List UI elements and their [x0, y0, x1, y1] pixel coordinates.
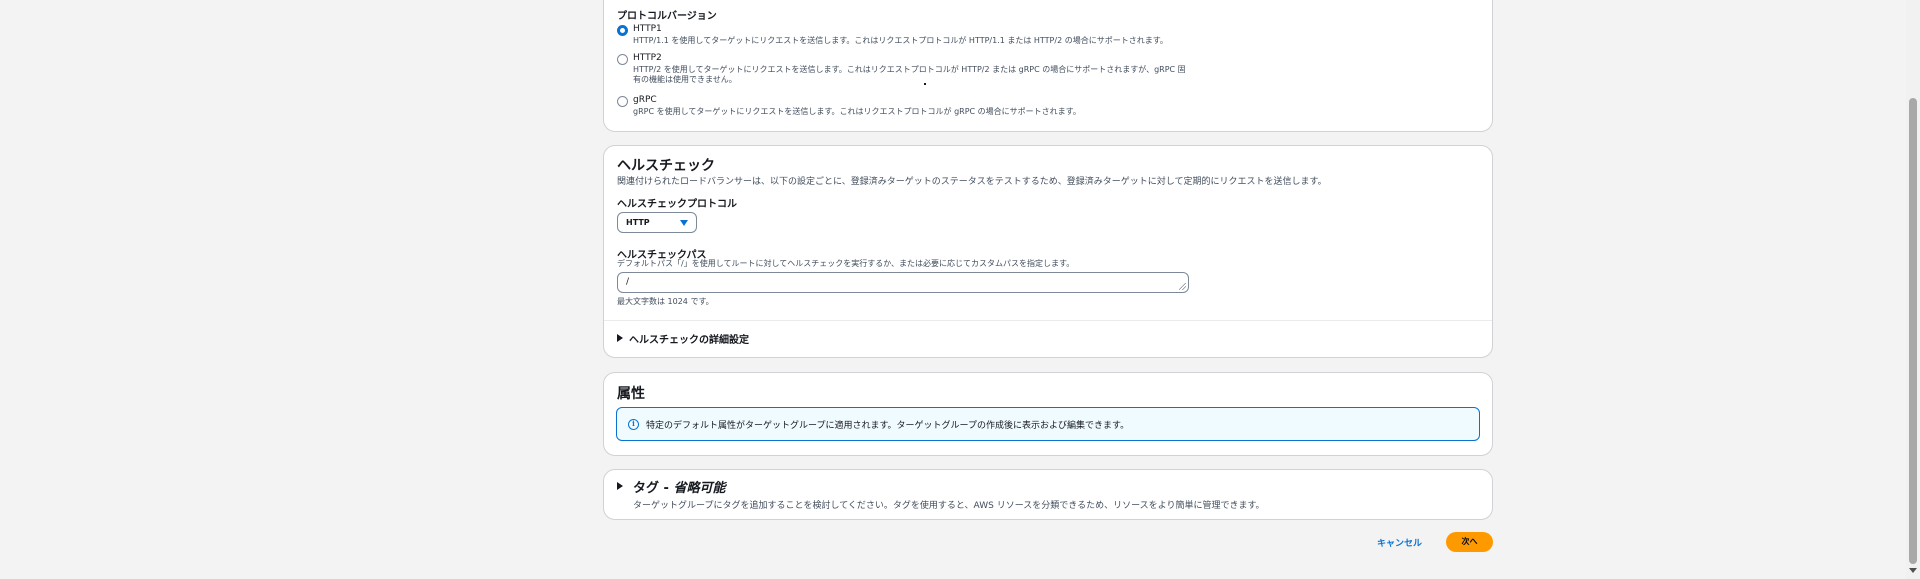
- section-divider: [604, 320, 1492, 321]
- caret-right-icon: [617, 482, 623, 490]
- scroll-down-arrow-icon[interactable]: [1909, 568, 1917, 573]
- tags-card: タグ - 省略可能 ターゲットグループにタグを追加することを検討してください。タ…: [603, 469, 1493, 520]
- health-check-description: 関連付けられたロードバランサーは、以下の設定ごとに、登録済みターゲットのステータ…: [617, 177, 1327, 187]
- health-check-path-input[interactable]: /: [617, 272, 1189, 293]
- scrollbar-thumb[interactable]: [1909, 98, 1917, 564]
- health-check-protocol-value: HTTP: [626, 218, 650, 227]
- radio-grpc[interactable]: [617, 96, 628, 107]
- health-check-protocol-label: ヘルスチェックプロトコル: [617, 199, 737, 210]
- tags-title-text: タグ -: [633, 480, 674, 496]
- radio-http2[interactable]: [617, 54, 628, 65]
- caret-down-icon: [680, 220, 688, 226]
- health-check-card: ヘルスチェック 関連付けられたロードバランサーは、以下の設定ごとに、登録済みター…: [603, 145, 1493, 358]
- stray-dot: [924, 83, 926, 85]
- radio-http2-description-line2: 有の機能は使用できません。: [633, 75, 737, 84]
- health-check-advanced-label: ヘルスチェックの詳細設定: [629, 334, 749, 346]
- attributes-card: 属性 i 特定のデフォルト属性がターゲットグループに適用されます。ターゲットグル…: [603, 372, 1493, 456]
- radio-http2-title: HTTP2: [633, 53, 662, 63]
- info-icon: i: [628, 419, 639, 430]
- health-check-path-description: デフォルトパス「/」を使用してルートに対してヘルスチェックを実行するか、または必…: [617, 259, 1075, 268]
- health-check-title: ヘルスチェック: [617, 158, 715, 174]
- radio-http1[interactable]: [617, 25, 628, 36]
- radio-http1-description: HTTP/1.1 を使用してターゲットにリクエストを送信します。これはリクエスト…: [633, 36, 1168, 45]
- attributes-title: 属性: [617, 386, 645, 402]
- caret-right-icon: [617, 334, 623, 342]
- radio-http1-title: HTTP1: [633, 24, 662, 34]
- radio-grpc-description: gRPC を使用してターゲットにリクエストを送信します。これはリクエストプロトコ…: [633, 107, 1081, 116]
- radio-grpc-title: gRPC: [633, 95, 657, 105]
- health-check-advanced-toggle[interactable]: ヘルスチェックの詳細設定: [617, 330, 749, 346]
- health-check-path-hint: 最大文字数は 1024 です。: [617, 297, 714, 306]
- protocol-version-label: プロトコルバージョン: [617, 11, 717, 22]
- health-check-path-value: /: [626, 277, 630, 287]
- resize-handle-icon[interactable]: [1179, 283, 1186, 290]
- tags-expand-toggle[interactable]: タグ - 省略可能: [617, 477, 725, 496]
- tags-description: ターゲットグループにタグを追加することを検討してください。タグを使用すると、AW…: [633, 501, 1265, 511]
- info-alert: i 特定のデフォルト属性がターゲットグループに適用されます。ターゲットグループの…: [616, 407, 1480, 441]
- tags-title-optional: 省略可能: [673, 480, 726, 496]
- vertical-scrollbar[interactable]: [1906, 0, 1920, 579]
- next-button[interactable]: 次へ: [1446, 532, 1493, 552]
- protocol-version-card: プロトコルバージョン HTTP1 HTTP/1.1 を使用してターゲットにリクエ…: [603, 0, 1493, 132]
- tags-title: タグ - 省略可能: [633, 477, 725, 496]
- health-check-protocol-select[interactable]: HTTP: [617, 212, 697, 233]
- cancel-button[interactable]: キャンセル: [1377, 536, 1422, 549]
- info-alert-text: 特定のデフォルト属性がターゲットグループに適用されます。ターゲットグループの作成…: [646, 421, 1130, 431]
